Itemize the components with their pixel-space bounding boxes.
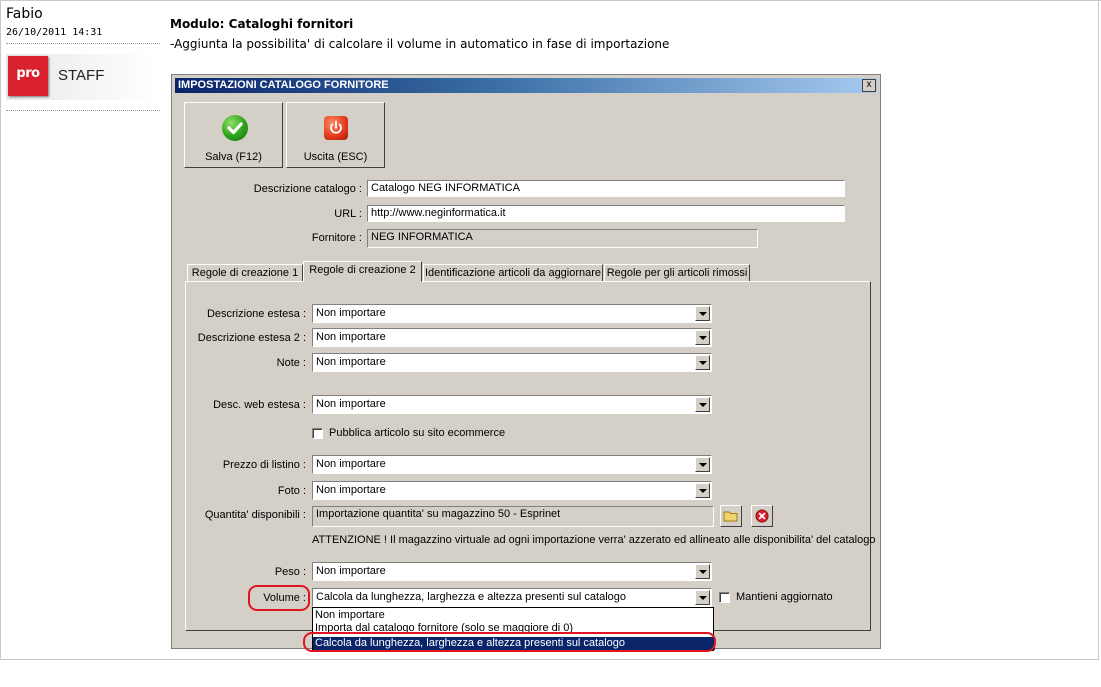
- foto-label: Foto :: [277, 485, 306, 497]
- note-value: Non importare: [316, 356, 386, 368]
- post-frame-right: [1098, 0, 1099, 660]
- tab-regole-creazione-2[interactable]: Regole di creazione 2: [303, 261, 422, 282]
- check-icon: [222, 115, 248, 141]
- clear-button[interactable]: [751, 505, 773, 527]
- chevron-down-icon[interactable]: [695, 457, 710, 472]
- catalog-settings-dialog: IMPOSTAZIONI CATALOGO FORNITORE x Salva …: [171, 74, 881, 652]
- folder-icon: [723, 511, 738, 522]
- descrizione-estesa-select[interactable]: Non importare: [312, 304, 712, 323]
- note-label: Note :: [276, 357, 306, 369]
- volume-select[interactable]: Calcola da lunghezza, larghezza e altezz…: [312, 588, 712, 607]
- logo-mark: pro: [16, 66, 40, 81]
- prezzo-value: Non importare: [316, 458, 386, 470]
- dialog-titlebar[interactable]: IMPOSTAZIONI CATALOGO FORNITORE x: [175, 78, 877, 93]
- tab-regole-articoli-rimossi[interactable]: Regole per gli articoli rimossi: [604, 264, 750, 282]
- mantieni-label: Mantieni aggiornato: [736, 591, 833, 603]
- save-button[interactable]: Salva (F12): [184, 102, 283, 168]
- mantieni-checkbox[interactable]: [719, 592, 730, 603]
- dialog-title: IMPOSTAZIONI CATALOGO FORNITORE: [178, 79, 389, 91]
- author-avatar: pro STAFF: [6, 54, 156, 100]
- desc-web-value: Non importare: [316, 398, 386, 410]
- note-select[interactable]: Non importare: [312, 353, 712, 372]
- url-label: URL :: [334, 208, 362, 220]
- chevron-down-icon[interactable]: [695, 564, 710, 579]
- pubblica-label: Pubblica articolo su sito ecommerce: [329, 427, 506, 439]
- selected-option-highlight: [303, 632, 716, 652]
- descrizione-estesa-label: Descrizione estesa :: [206, 308, 306, 320]
- descrizione-estesa-value: Non importare: [316, 307, 386, 319]
- delete-icon: [755, 509, 769, 523]
- chevron-down-icon[interactable]: [695, 590, 710, 605]
- descrizione-estesa-2-label: Descrizione estesa 2 :: [197, 332, 306, 344]
- chevron-down-icon[interactable]: [695, 397, 710, 412]
- desc-web-select[interactable]: Non importare: [312, 395, 712, 414]
- author-divider: [6, 43, 160, 44]
- volume-label-highlight: [248, 585, 310, 611]
- chevron-down-icon[interactable]: [695, 306, 710, 321]
- quantita-field: Importazione quantita' su magazzino 50 -…: [312, 506, 714, 527]
- pubblica-checkbox[interactable]: [312, 428, 323, 439]
- fornitore-label: Fornitore :: [311, 232, 362, 244]
- prezzo-select[interactable]: Non importare: [312, 455, 712, 474]
- post-title: Modulo: Cataloghi fornitori: [170, 17, 354, 31]
- power-icon: [324, 116, 348, 140]
- post-body: -Aggiunta la possibilita' di calcolare i…: [170, 37, 670, 51]
- descrizione-estesa-2-value: Non importare: [316, 331, 386, 343]
- fornitore-field: NEG INFORMATICA: [367, 229, 758, 248]
- post-frame-left: [0, 0, 1, 660]
- peso-select[interactable]: Non importare: [312, 562, 712, 581]
- author-divider-2: [6, 110, 160, 111]
- post-frame-top: [0, 0, 1101, 1]
- desc-web-label: Desc. web estesa :: [213, 399, 306, 411]
- url-field[interactable]: http://www.neginformatica.it: [367, 205, 845, 222]
- prezzo-label: Prezzo di listino :: [222, 459, 306, 471]
- tab-regole-creazione-1[interactable]: Regole di creazione 1: [187, 264, 303, 282]
- tab-identificazione-articoli[interactable]: Identificazione articoli da aggiornare: [423, 264, 603, 282]
- volume-value: Calcola da lunghezza, larghezza e altezz…: [316, 591, 627, 603]
- peso-label: Peso :: [274, 566, 306, 578]
- chevron-down-icon[interactable]: [695, 483, 710, 498]
- quantita-label: Quantita' disponibili :: [204, 509, 306, 521]
- chevron-down-icon[interactable]: [695, 355, 710, 370]
- folder-button[interactable]: [720, 505, 742, 527]
- save-button-label: Salva (F12): [205, 151, 262, 163]
- chevron-down-icon[interactable]: [695, 330, 710, 345]
- exit-button[interactable]: Uscita (ESC): [286, 102, 385, 168]
- post-date: 26/10/2011 14:31: [6, 27, 103, 38]
- author-rank: STAFF: [58, 67, 105, 84]
- descrizione-estesa-2-select[interactable]: Non importare: [312, 328, 712, 347]
- foto-select[interactable]: Non importare: [312, 481, 712, 500]
- attenzione-warning: ATTENZIONE ! Il magazzino virtuale ad og…: [312, 534, 876, 546]
- pro-logo-icon: pro: [8, 56, 48, 96]
- peso-value: Non importare: [316, 565, 386, 577]
- post-frame-bottom: [0, 659, 1099, 660]
- post-author[interactable]: Fabio: [6, 6, 43, 22]
- descrizione-field[interactable]: Catalogo NEG INFORMATICA: [367, 180, 845, 197]
- foto-value: Non importare: [316, 484, 386, 496]
- exit-button-label: Uscita (ESC): [303, 151, 368, 163]
- volume-option[interactable]: Non importare: [313, 609, 715, 622]
- close-button[interactable]: x: [862, 79, 876, 92]
- descrizione-label: Descrizione catalogo :: [253, 183, 362, 195]
